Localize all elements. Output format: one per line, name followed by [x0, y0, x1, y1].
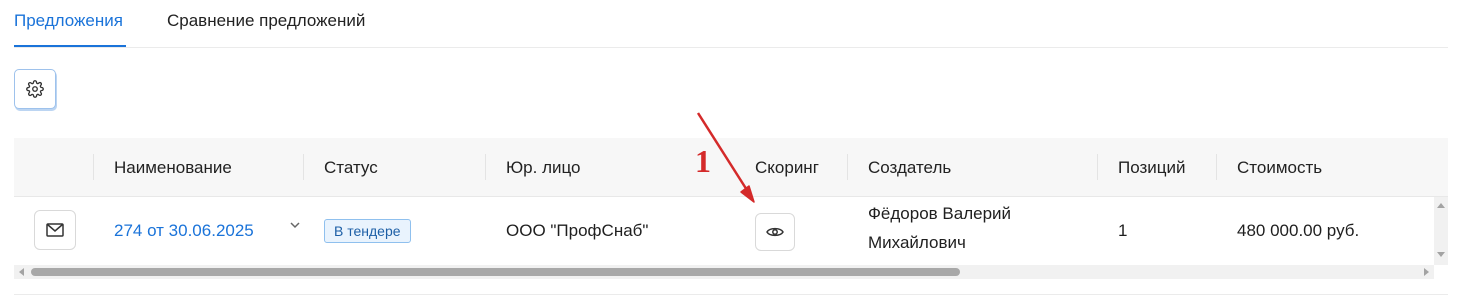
creator-name-line2: Михайлович [868, 233, 966, 252]
header-status[interactable]: Статус [324, 158, 378, 178]
header-legal-entity[interactable]: Юр. лицо [506, 158, 581, 178]
tab-compare-proposals[interactable]: Сравнение предложений [167, 11, 365, 31]
header-separator [1216, 154, 1217, 180]
header-separator [1097, 154, 1098, 180]
table-row: 274 от 30.06.2025 В тендере ООО "ПрофСна… [14, 197, 1434, 265]
creator-name-line1: Фёдоров Валерий [868, 204, 1012, 223]
table-header: Наименование Статус Юр. лицо Скоринг Соз… [14, 138, 1448, 197]
proposals-table: Наименование Статус Юр. лицо Скоринг Соз… [14, 138, 1448, 283]
settings-button[interactable] [14, 69, 56, 109]
gear-icon [26, 80, 44, 98]
status-badge: В тендере [324, 219, 411, 243]
scroll-left-arrow-icon[interactable] [19, 268, 24, 276]
table-bottom-divider [14, 294, 1448, 295]
chevron-down-icon[interactable] [290, 221, 300, 229]
header-positions[interactable]: Позиций [1118, 158, 1186, 178]
vertical-scrollbar[interactable] [1434, 197, 1448, 265]
header-creator[interactable]: Создатель [868, 158, 951, 178]
mail-icon [46, 223, 64, 237]
scroll-down-arrow-icon[interactable] [1437, 252, 1445, 257]
cost-value: 480 000.00 руб. [1237, 221, 1360, 240]
header-scoring[interactable]: Скоринг [755, 158, 819, 178]
tab-proposals[interactable]: Предложения [14, 11, 123, 31]
horizontal-scrollbar[interactable] [14, 265, 1434, 279]
positions-value: 1 [1118, 221, 1128, 240]
active-tab-indicator [14, 45, 126, 47]
scroll-right-arrow-icon[interactable] [1424, 268, 1429, 276]
scrollbar-thumb[interactable] [31, 268, 960, 276]
legal-entity-value: ООО "ПрофСнаб" [506, 221, 649, 240]
header-separator [847, 154, 848, 180]
header-separator [485, 154, 486, 180]
tab-bar: Предложения Сравнение предложений [0, 0, 1448, 48]
tab-bar-divider [14, 47, 1448, 48]
view-scoring-button[interactable] [755, 213, 795, 251]
send-mail-button[interactable] [34, 210, 76, 250]
header-cost[interactable]: Стоимость [1237, 158, 1322, 178]
header-name[interactable]: Наименование [114, 158, 232, 178]
proposal-name-link[interactable]: 274 от 30.06.2025 [114, 221, 254, 241]
eye-icon [766, 227, 784, 237]
header-separator [93, 154, 94, 180]
scroll-up-arrow-icon[interactable] [1437, 203, 1445, 208]
annotation-label: 1 [695, 143, 711, 179]
header-separator [303, 154, 304, 180]
